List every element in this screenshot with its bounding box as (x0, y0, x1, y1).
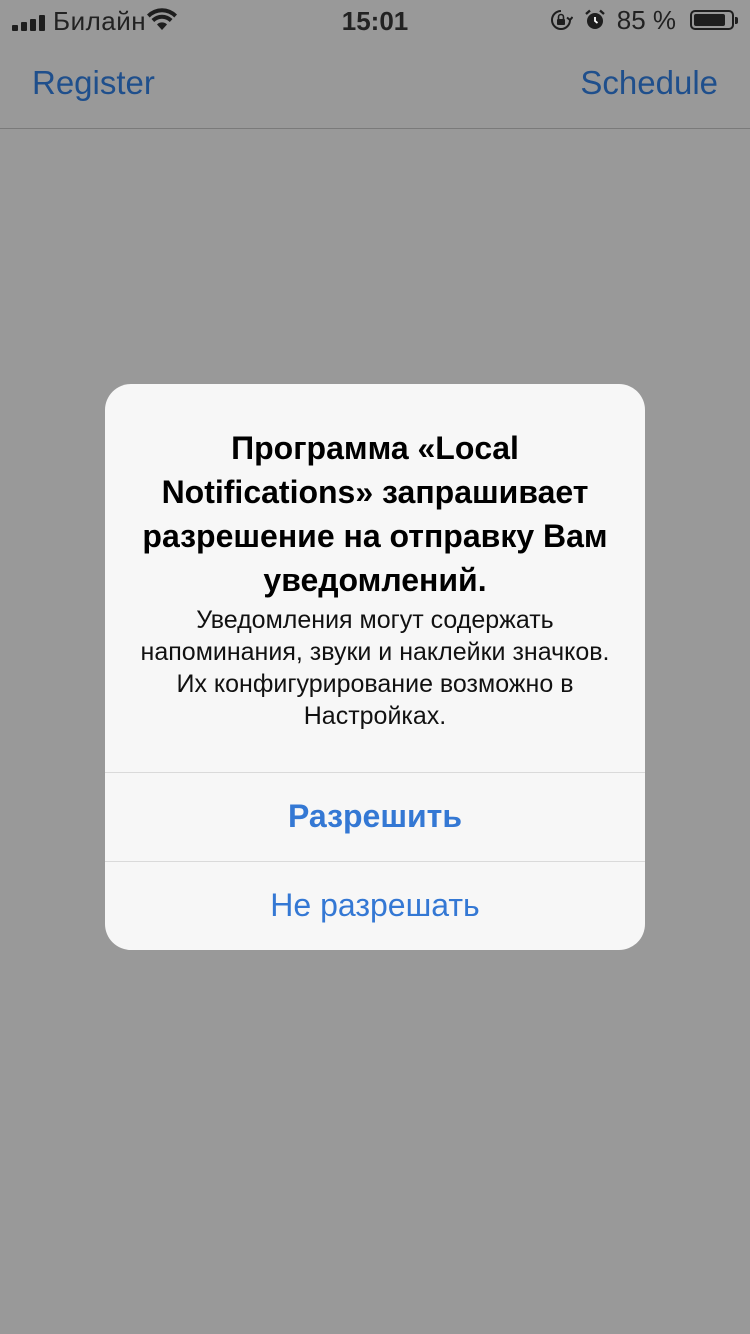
alert-body: Программа «Local Notifications» запрашив… (105, 384, 645, 772)
register-button[interactable]: Register (32, 64, 155, 102)
alert-title: Программа «Local Notifications» запрашив… (142, 430, 608, 598)
rotation-lock-icon (550, 10, 573, 30)
battery-icon (690, 10, 738, 30)
battery-fill (694, 14, 725, 26)
navigation-bar: Register Schedule (0, 40, 750, 129)
deny-button[interactable]: Не разрешать (105, 861, 645, 949)
allow-button[interactable]: Разрешить (105, 772, 645, 860)
schedule-button[interactable]: Schedule (580, 64, 718, 102)
battery-percent: 85 % (616, 4, 676, 35)
status-bar: Билайн 15:01 85 % (0, 0, 750, 40)
notification-permission-alert: Программа «Local Notifications» запрашив… (105, 384, 645, 950)
alarm-icon (584, 9, 605, 29)
status-right-group: 85 % (549, 4, 738, 35)
alert-message: Уведомления могут содержать напоминания,… (140, 606, 610, 730)
